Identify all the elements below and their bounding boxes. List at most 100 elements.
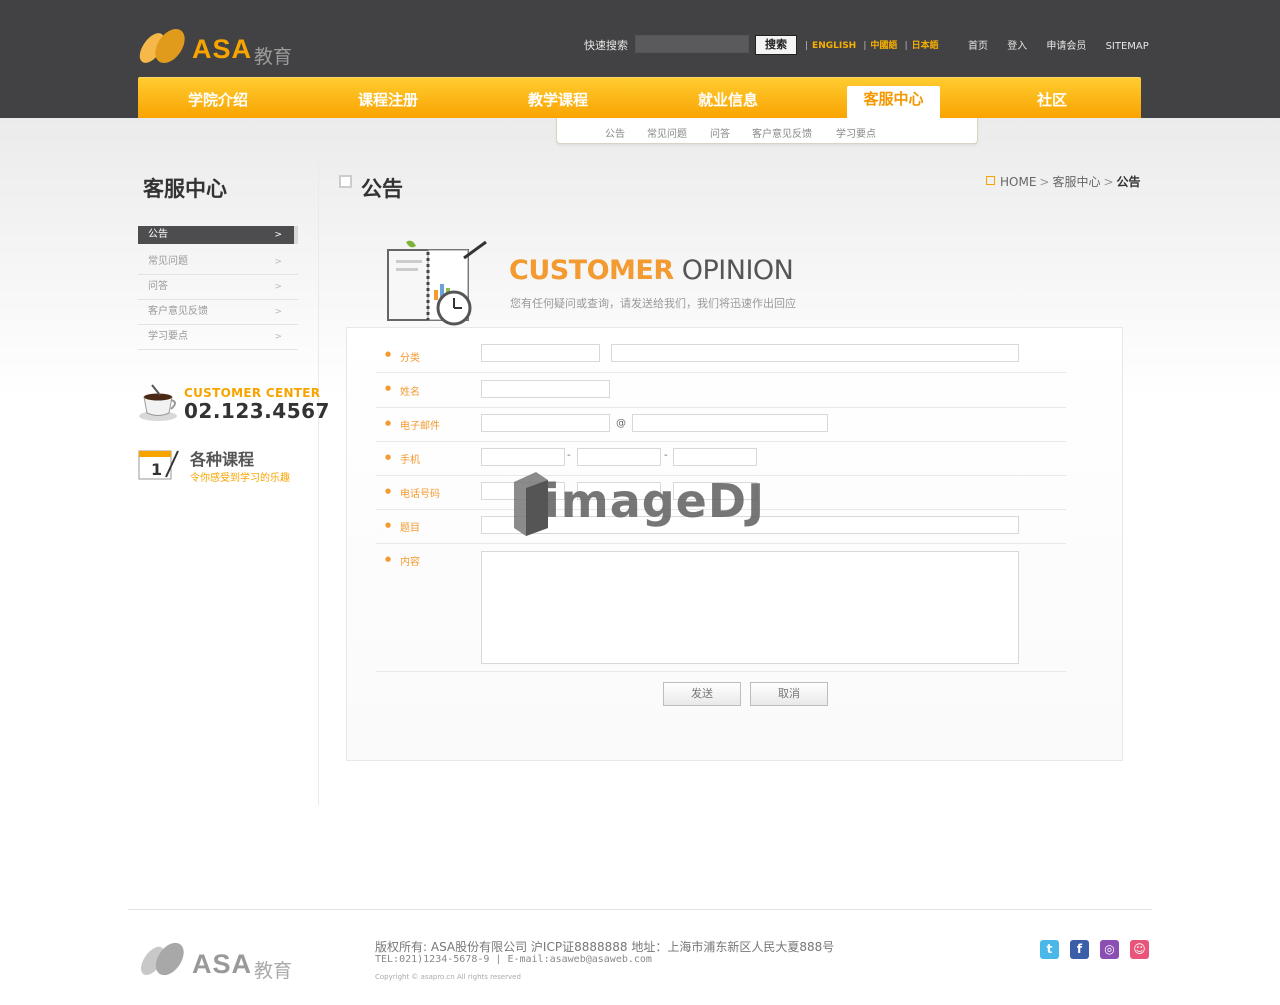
logo-leaf-icon xyxy=(139,28,185,64)
course-promo-sub: 令你感受到学习的乐趣 xyxy=(190,473,290,484)
language-switcher: | ENGLISH | 中國語 | 日本語 xyxy=(805,41,939,51)
footer-contact: TEL:021)1234-5678-9 | E-mail:asaweb@asaw… xyxy=(375,954,652,965)
sidebar-item-qa[interactable]: 问答 > xyxy=(138,275,298,300)
category-detail-input[interactable] xyxy=(611,344,1019,362)
at-sign: @ xyxy=(616,418,626,429)
nav-item-courses[interactable]: 教学课程 xyxy=(488,89,628,110)
sidebar-item-label: 常见问题 xyxy=(148,256,188,267)
sidebar-item-label: 公告 xyxy=(148,229,168,240)
bullet-icon: ● xyxy=(385,419,392,427)
banner-subtitle: 您有任何疑问或查询，请发送给我们，我们将迅速作出回应 xyxy=(510,297,796,310)
header: ASA 教育 快速搜索 搜索 | ENGLISH | 中國語 | 日本語 首页 登入 … xyxy=(0,0,1280,119)
me2day-icon[interactable]: ☺ xyxy=(1130,940,1149,959)
nav-item-community[interactable]: 社区 xyxy=(982,89,1122,110)
bullet-icon: ● xyxy=(385,487,392,495)
field-label: 电话号码 xyxy=(400,489,440,500)
send-button[interactable]: 发送 xyxy=(663,682,741,706)
lang-english[interactable]: ENGLISH xyxy=(812,41,856,51)
breadcrumb: HOME > 客服中心 > 公告 xyxy=(986,173,1141,190)
breadcrumb-customer-center[interactable]: 客服中心 xyxy=(1052,175,1100,189)
field-label: 手机 xyxy=(400,455,420,466)
footer-brand-sub: 教育 xyxy=(254,960,293,982)
sidebar-divider xyxy=(318,160,319,805)
mobile-part2-input[interactable] xyxy=(577,448,661,466)
email-domain-input[interactable] xyxy=(632,414,828,432)
customer-center-label: CUSTOMER CENTER xyxy=(184,386,321,400)
notebook-clock-illustration xyxy=(387,240,487,326)
dash: - xyxy=(567,450,571,461)
email-user-input[interactable] xyxy=(481,414,610,432)
content-textarea[interactable] xyxy=(481,551,1019,664)
home-link[interactable]: 首页 xyxy=(968,41,988,52)
course-promo-title[interactable]: 各种课程 xyxy=(190,446,254,470)
quick-search-label: 快速搜索 xyxy=(584,39,628,52)
logo-brand-sub: 教育 xyxy=(254,46,293,68)
page-title: 公告 xyxy=(361,177,403,201)
search-button[interactable]: 搜索 xyxy=(755,35,797,55)
cancel-button[interactable]: 取消 xyxy=(750,682,828,706)
logo[interactable]: ASA 教育 xyxy=(138,26,298,70)
sitemap-link[interactable]: SITEMAP xyxy=(1106,41,1149,52)
sidebar-item-feedback[interactable]: 客户意见反馈 > xyxy=(138,300,298,325)
login-link[interactable]: 登入 xyxy=(1007,41,1027,52)
subject-input[interactable] xyxy=(481,516,1019,534)
breadcrumb-home[interactable]: HOME xyxy=(1000,175,1036,189)
breadcrumb-current: 公告 xyxy=(1116,175,1141,189)
twitter-icon[interactable]: t xyxy=(1040,940,1059,959)
subnav-notice[interactable]: 公告 xyxy=(605,125,625,140)
field-label: 内容 xyxy=(400,557,420,568)
category-select[interactable] xyxy=(481,344,600,362)
field-label: 题目 xyxy=(400,523,420,534)
field-label: 分类 xyxy=(400,353,420,364)
svg-text:1: 1 xyxy=(151,460,162,479)
sub-nav: 公告 常见问题 问答 客户意见反馈 学习要点 xyxy=(556,118,978,144)
mobile-part1-input[interactable] xyxy=(481,448,565,466)
nav-item-about[interactable]: 学院介绍 xyxy=(148,89,288,110)
subnav-qa[interactable]: 问答 xyxy=(710,125,730,140)
bullet-icon: ● xyxy=(385,453,392,461)
lang-chinese[interactable]: 中國語 xyxy=(870,41,897,51)
title-square-icon xyxy=(339,175,352,188)
banner-title-opinion: OPINION xyxy=(673,255,794,286)
footer-logo: ASA 教育 xyxy=(138,940,298,982)
blog-icon[interactable]: ◎ xyxy=(1100,940,1119,959)
dash: - xyxy=(664,450,668,461)
logo-leaf-icon xyxy=(141,942,184,976)
subnav-study-tips[interactable]: 学习要点 xyxy=(836,125,876,140)
main-nav: 学院介绍 课程注册 教学课程 就业信息 客服中心 社区 xyxy=(138,77,1141,119)
field-label: 姓名 xyxy=(400,387,420,398)
sidebar-item-label: 问答 xyxy=(148,281,168,292)
nav-item-customer-center[interactable]: 客服中心 xyxy=(847,86,940,119)
name-input[interactable] xyxy=(481,380,610,398)
top-links: 首页 登入 申请会员 SITEMAP xyxy=(968,37,1149,52)
bullet-icon: ● xyxy=(385,521,392,529)
facebook-icon[interactable]: f xyxy=(1070,940,1089,959)
phone-part3-input[interactable] xyxy=(673,482,757,500)
lang-japanese[interactable]: 日本語 xyxy=(912,41,939,51)
phone-part2-input[interactable] xyxy=(577,482,661,500)
quick-search-input[interactable] xyxy=(635,35,749,53)
phone-part1-input[interactable] xyxy=(481,482,565,500)
customer-center-phone: 02.123.4567 xyxy=(184,399,330,423)
footer-divider xyxy=(128,909,1152,910)
chevron-right-icon: > xyxy=(274,307,282,317)
footer-copyright: Copyright © asapro.cn All rights reserve… xyxy=(375,973,521,981)
nav-item-registration[interactable]: 课程注册 xyxy=(318,89,458,110)
chevron-right-icon: > xyxy=(274,230,282,240)
banner-title: CUSTOMER OPINION xyxy=(509,255,794,286)
bullet-icon: ● xyxy=(385,555,392,563)
chevron-right-icon: > xyxy=(274,282,282,292)
sidebar-item-study-tips[interactable]: 学习要点 > xyxy=(138,325,298,350)
subnav-faq[interactable]: 常见问题 xyxy=(647,125,687,140)
nav-item-jobs[interactable]: 就业信息 xyxy=(658,89,798,110)
calendar-icon: 1 xyxy=(138,450,179,480)
register-link[interactable]: 申请会员 xyxy=(1046,41,1086,52)
chevron-right-icon: > xyxy=(274,332,282,342)
home-icon xyxy=(986,176,995,185)
chevron-right-icon: > xyxy=(1103,175,1114,189)
sidebar-item-faq[interactable]: 常见问题 > xyxy=(138,250,298,275)
subnav-feedback[interactable]: 客户意见反馈 xyxy=(752,125,812,140)
mobile-part3-input[interactable] xyxy=(673,448,757,466)
chevron-right-icon: > xyxy=(1039,175,1050,189)
sidebar-item-notice[interactable]: 公告 > xyxy=(138,226,298,244)
